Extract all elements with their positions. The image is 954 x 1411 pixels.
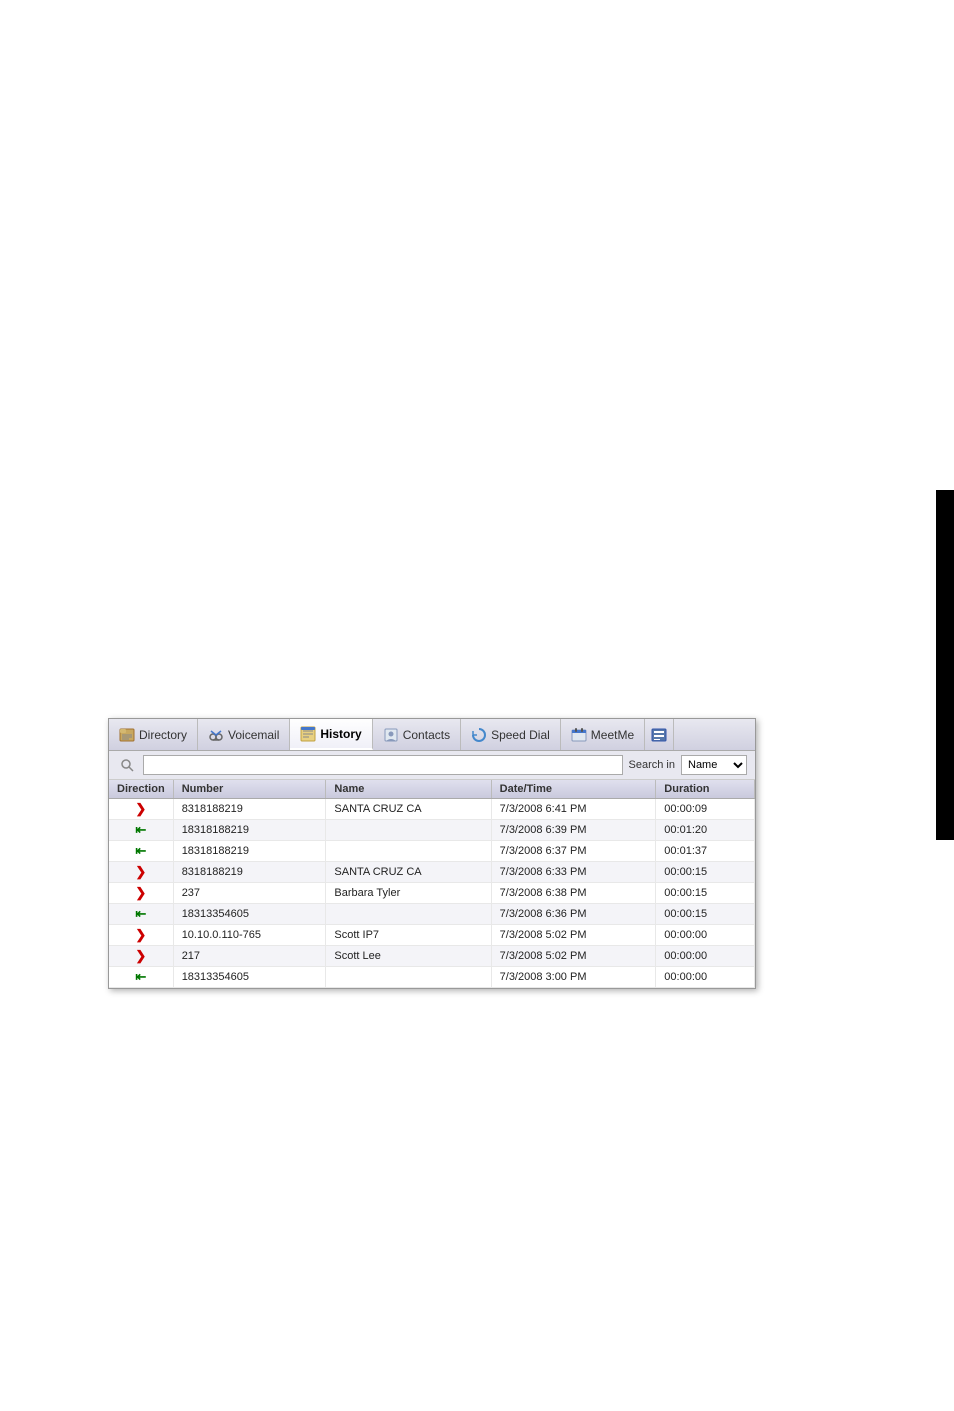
datetime-cell: 7/3/2008 6:37 PM [491, 841, 656, 862]
tab-extra-button[interactable] [645, 719, 674, 750]
number-cell: 18318188219 [173, 841, 326, 862]
direction-arrow: ⇤ [135, 969, 146, 984]
col-duration: Duration [656, 780, 755, 799]
datetime-cell: 7/3/2008 3:00 PM [491, 967, 656, 988]
tab-contacts[interactable]: Contacts [373, 719, 461, 750]
table-row[interactable]: ⇤ 18318188219 7/3/2008 6:39 PM00:01:20 [109, 820, 755, 841]
col-datetime: Date/Time [491, 780, 656, 799]
direction-arrow: ⇤ [135, 906, 146, 921]
datetime-cell: 7/3/2008 5:02 PM [491, 946, 656, 967]
number-cell: 217 [173, 946, 326, 967]
tab-directory[interactable]: Directory [109, 719, 198, 750]
direction-cell: ⇤ [109, 841, 173, 862]
number-cell: 10.10.0.110-765 [173, 925, 326, 946]
table-row[interactable]: ❯ 8318188219SANTA CRUZ CA7/3/2008 6:41 PM… [109, 799, 755, 820]
name-cell: SANTA CRUZ CA [326, 799, 491, 820]
direction-cell: ❯ [109, 883, 173, 904]
direction-arrow: ❯ [135, 885, 146, 900]
name-cell: Scott IP7 [326, 925, 491, 946]
duration-cell: 00:00:15 [656, 904, 755, 925]
contacts-icon [383, 727, 399, 743]
meetme-icon [571, 727, 587, 743]
duration-cell: 00:00:00 [656, 946, 755, 967]
direction-arrow: ❯ [135, 948, 146, 963]
number-cell: 18313354605 [173, 967, 326, 988]
table-row[interactable]: ❯ 8318188219SANTA CRUZ CA7/3/2008 6:33 PM… [109, 862, 755, 883]
tab-voicemail-label: Voicemail [228, 728, 279, 742]
number-cell: 8318188219 [173, 862, 326, 883]
tab-meetme[interactable]: MeetMe [561, 719, 645, 750]
history-icon [300, 726, 316, 742]
name-cell [326, 904, 491, 925]
name-cell: SANTA CRUZ CA [326, 862, 491, 883]
app-window: Directory Voicemail [108, 718, 756, 989]
duration-cell: 00:00:15 [656, 862, 755, 883]
number-cell: 18318188219 [173, 820, 326, 841]
direction-cell: ⇤ [109, 820, 173, 841]
datetime-cell: 7/3/2008 6:33 PM [491, 862, 656, 883]
tab-voicemail[interactable]: Voicemail [198, 719, 290, 750]
direction-cell: ❯ [109, 925, 173, 946]
table-row[interactable]: ⇤ 18313354605 7/3/2008 3:00 PM00:00:00 [109, 967, 755, 988]
history-table-container: Direction Number Name Date/Time Duration… [109, 780, 755, 988]
tab-contacts-label: Contacts [403, 728, 450, 742]
duration-cell: 00:00:15 [656, 883, 755, 904]
duration-cell: 00:00:00 [656, 967, 755, 988]
direction-arrow: ❯ [135, 927, 146, 942]
tab-meetme-label: MeetMe [591, 728, 634, 742]
tab-directory-label: Directory [139, 728, 187, 742]
speeddial-icon [471, 727, 487, 743]
search-in-label: Search in [629, 759, 675, 771]
col-number: Number [173, 780, 326, 799]
datetime-cell: 7/3/2008 6:36 PM [491, 904, 656, 925]
table-row[interactable]: ❯ 217Scott Lee7/3/2008 5:02 PM00:00:00 [109, 946, 755, 967]
voicemail-icon [208, 727, 224, 743]
direction-cell: ⇤ [109, 904, 173, 925]
direction-cell: ❯ [109, 946, 173, 967]
name-cell: Scott Lee [326, 946, 491, 967]
duration-cell: 00:00:00 [656, 925, 755, 946]
name-cell [326, 820, 491, 841]
number-cell: 237 [173, 883, 326, 904]
name-cell [326, 841, 491, 862]
duration-cell: 00:01:20 [656, 820, 755, 841]
datetime-cell: 7/3/2008 6:41 PM [491, 799, 656, 820]
name-cell [326, 967, 491, 988]
col-name: Name [326, 780, 491, 799]
tab-speeddial[interactable]: Speed Dial [461, 719, 561, 750]
direction-arrow: ⇤ [135, 843, 146, 858]
history-table: Direction Number Name Date/Time Duration… [109, 780, 755, 988]
direction-arrow: ❯ [135, 801, 146, 816]
datetime-cell: 7/3/2008 5:02 PM [491, 925, 656, 946]
number-cell: 18313354605 [173, 904, 326, 925]
tab-history-label: History [320, 727, 361, 741]
search-input[interactable] [143, 755, 623, 775]
table-row[interactable]: ❯ 10.10.0.110-765Scott IP77/3/2008 5:02 P… [109, 925, 755, 946]
direction-arrow: ⇤ [135, 822, 146, 837]
duration-cell: 00:01:37 [656, 841, 755, 862]
search-icon [117, 755, 137, 775]
search-bar: Search in Name Number [109, 751, 755, 780]
directory-icon [119, 727, 135, 743]
direction-cell: ❯ [109, 799, 173, 820]
side-panel [936, 490, 954, 840]
direction-cell: ⇤ [109, 967, 173, 988]
table-row[interactable]: ⇤ 18313354605 7/3/2008 6:36 PM00:00:15 [109, 904, 755, 925]
tab-speeddial-label: Speed Dial [491, 728, 550, 742]
tab-history[interactable]: History [290, 719, 372, 750]
direction-cell: ❯ [109, 862, 173, 883]
table-header-row: Direction Number Name Date/Time Duration [109, 780, 755, 799]
col-direction: Direction [109, 780, 173, 799]
name-cell: Barbara Tyler [326, 883, 491, 904]
datetime-cell: 7/3/2008 6:38 PM [491, 883, 656, 904]
search-in-select[interactable]: Name Number [681, 755, 747, 775]
table-row[interactable]: ⇤ 18318188219 7/3/2008 6:37 PM00:01:37 [109, 841, 755, 862]
table-row[interactable]: ❯ 237Barbara Tyler7/3/2008 6:38 PM00:00:1… [109, 883, 755, 904]
number-cell: 8318188219 [173, 799, 326, 820]
tab-bar: Directory Voicemail [109, 719, 755, 751]
direction-arrow: ❯ [135, 864, 146, 879]
extra-icon [651, 727, 667, 743]
duration-cell: 00:00:09 [656, 799, 755, 820]
datetime-cell: 7/3/2008 6:39 PM [491, 820, 656, 841]
